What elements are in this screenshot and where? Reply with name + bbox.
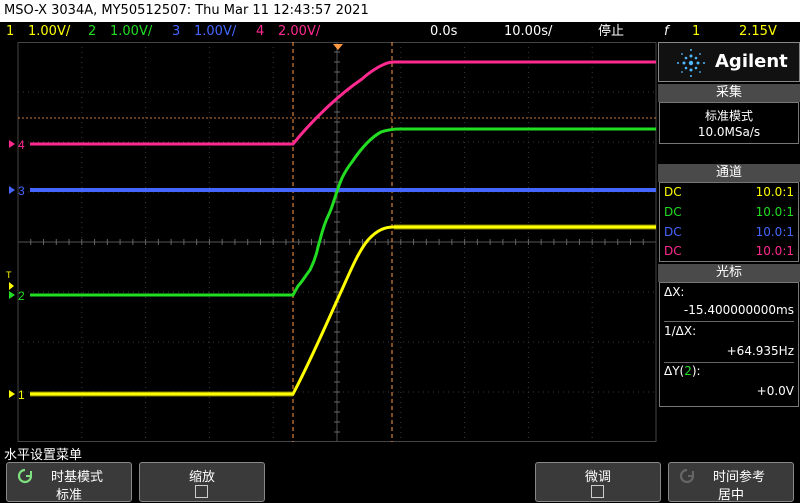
time-reference-label: 时间参考 [712,470,765,485]
ch4-number[interactable]: 4 [256,22,264,42]
info-panel: Agilent 采集 标准模式 10.0MSa/s 通道 DC 10.0:1 D… [658,42,800,442]
brand-logo: Agilent [658,42,800,82]
ch2-coupling: DC [664,205,682,219]
timebase-mode-label: 时基模式 [50,470,103,485]
time-reference-value: 居中 [717,488,744,503]
timebase-mode-value: 标准 [55,488,82,503]
agilent-spark-icon [677,49,705,77]
waveform-display[interactable]: 4 3 2 1 T [0,42,658,442]
ch4-probe: 10.0:1 [755,244,794,258]
fine-checkbox[interactable] [591,485,604,498]
brand-name: Agilent [715,51,788,72]
timebase-mode-softkey[interactable]: 时基模式 标准 [6,462,132,503]
ch3-number[interactable]: 3 [172,22,180,42]
cursors-section[interactable]: ΔX: -15.400000000ms 1/ΔX: +64.935Hz ΔY(2… [659,282,799,407]
trigger-slope-icon: f [664,24,669,39]
channel-status-bar: 1 1.00V/ 2 1.00V/ 3 1.00V/ 4 2.00V/ 0.0s… [0,22,800,42]
ch2-probe: 10.0:1 [755,205,794,219]
ch1-probe: 10.0:1 [755,185,794,199]
svg-text:T: T [6,270,12,280]
delta-x-value: -15.400000000ms [683,303,794,317]
delta-x-label: ΔX: [664,285,685,299]
time-reference-softkey[interactable]: 时间参考 居中 [668,462,794,503]
title-bar: MSO-X 3034A, MY50512507: Thu Mar 11 12:4… [0,0,800,22]
channels-section[interactable]: DC 10.0:1 DC 10.0:1 DC 10.0:1 DC 10.0:1 [659,182,799,262]
trigger-channel[interactable]: 1 [692,22,700,42]
svg-text:4: 4 [18,138,25,152]
acquire-heading: 采集 [658,84,800,102]
zoom-softkey[interactable]: 缩放 [139,462,265,502]
sample-rate: 10.0MSa/s [697,125,761,139]
menu-title: 水平设置菜单 [4,448,83,463]
fine-softkey[interactable]: 微调 [535,462,661,502]
ch4-coupling: DC [664,244,682,258]
ch3-probe: 10.0:1 [755,225,794,239]
acquire-mode: 标准模式 [704,109,753,123]
cursors-heading: 光标 [658,264,800,282]
inverse-delta-x-value: +64.935Hz [726,344,794,358]
run-state[interactable]: 停止 [598,22,624,42]
acquire-section[interactable]: 标准模式 10.0MSa/s [659,102,799,144]
ch2-number[interactable]: 2 [88,22,96,42]
ch3-scale[interactable]: 1.00V/ [194,22,236,42]
zoom-label: 缩放 [188,470,215,485]
ch2-scale[interactable]: 1.00V/ [110,22,152,42]
ch4-scale[interactable]: 2.00V/ [278,22,320,42]
ch1-scale[interactable]: 1.00V/ [28,22,70,42]
svg-text:1: 1 [18,388,25,402]
fine-label: 微调 [584,470,611,485]
inverse-delta-x-label: 1/ΔX: [664,324,697,338]
timebase-scale[interactable]: 10.00s/ [504,22,552,42]
svg-text:3: 3 [18,184,25,198]
ch1-number[interactable]: 1 [6,22,14,42]
trigger-level[interactable]: 2.15V [739,22,777,42]
ch3-coupling: DC [664,225,682,239]
channels-heading: 通道 [658,164,800,182]
zoom-checkbox[interactable] [195,485,208,498]
delta-y-value: +0.0V [756,384,794,398]
delta-y-label: ΔY(2): [664,364,701,378]
horizontal-delay[interactable]: 0.0s [430,22,457,42]
ch1-coupling: DC [664,185,682,199]
svg-text:2: 2 [18,289,25,303]
